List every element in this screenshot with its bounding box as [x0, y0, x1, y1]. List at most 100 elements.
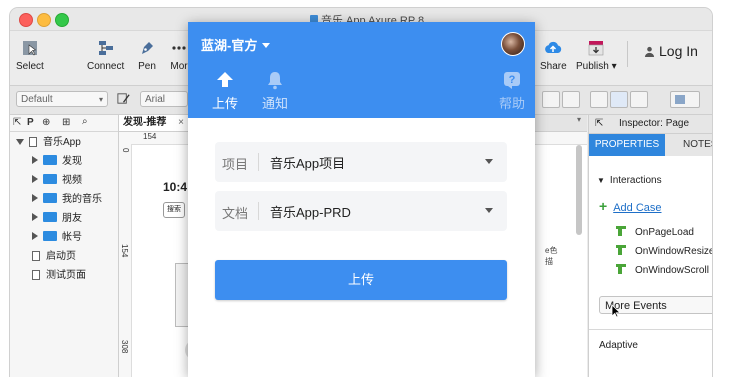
canvas-scrollbar[interactable] [576, 145, 582, 235]
event-item[interactable]: OnPageLoad [616, 226, 694, 238]
collapse-arrow-icon [32, 156, 38, 164]
tree-item-folder[interactable]: 朋友 [32, 210, 82, 228]
connect-tool[interactable]: Connect [87, 39, 124, 72]
zoom-window-button[interactable] [55, 13, 69, 27]
chevron-down-icon [485, 208, 493, 213]
avatar[interactable] [501, 32, 525, 56]
tab-notes[interactable]: NOTES [665, 134, 712, 156]
tab-properties[interactable]: PROPERTIES [589, 134, 665, 156]
tree-item-page[interactable]: 测试页面 [32, 267, 86, 285]
add-folder-icon[interactable]: ⊞ [62, 117, 70, 128]
select-icon [22, 41, 37, 56]
tree-item-root[interactable]: 音乐App [16, 134, 81, 152]
field-divider [258, 153, 259, 171]
interactions-section[interactable]: ▼ Interactions [597, 175, 662, 186]
folder-icon [43, 212, 57, 222]
project-value: 音乐App项目 [270, 156, 346, 171]
close-tab-icon[interactable]: × [178, 115, 184, 131]
cloud-upload-icon [545, 41, 562, 53]
expand-arrow-icon: ▼ [597, 176, 605, 185]
team-selector[interactable]: 蓝湖-官方 [201, 35, 271, 54]
expand-arrow-icon [16, 139, 24, 145]
page-icon [29, 137, 37, 147]
collapse-arrow-icon [32, 232, 38, 240]
search-icon[interactable]: ⌕ [82, 116, 88, 127]
toolbar-divider [627, 41, 628, 67]
style-edit-button[interactable] [116, 91, 134, 108]
tabs-dropdown-icon[interactable]: ▾ [577, 115, 581, 124]
tree-item-folder[interactable]: 帐号 [32, 229, 82, 247]
publish-button[interactable]: Publish ▾ [576, 39, 617, 72]
connect-icon [98, 41, 113, 55]
select-tool[interactable]: Select [16, 39, 44, 72]
more-tool[interactable]: Mor [170, 39, 188, 72]
page-icon [32, 251, 40, 261]
folder-icon [43, 193, 57, 203]
style-select[interactable]: Default ▾ [16, 91, 108, 107]
tree-item-folder[interactable]: 我的音乐 [32, 191, 102, 209]
inspector-tabs: PROPERTIES NOTES [589, 134, 712, 156]
publish-icon [588, 41, 604, 56]
canvas-side-text: e色 描 [545, 246, 558, 266]
nav-help[interactable]: ? 帮助 [499, 70, 525, 112]
section-divider [589, 329, 712, 330]
close-window-button[interactable] [19, 13, 33, 27]
login-button[interactable]: Log In [644, 43, 698, 59]
tab-discover-recommend[interactable]: 发现-推荐 × [119, 115, 189, 131]
pages-panel: ⇱ P ⊕ ⊞ ⌕ 音乐App 发现 视频 我的音乐 朋友 帐号 启动页 测试页… [10, 115, 119, 377]
document-select[interactable]: 文档 音乐App-PRD [215, 191, 507, 231]
folder-icon [43, 155, 57, 165]
tree-item-folder[interactable]: 发现 [32, 153, 82, 171]
collapse-panel-icon[interactable]: ⇱ [13, 117, 21, 128]
collapse-arrow-icon [32, 175, 38, 183]
add-case-link[interactable]: + Add Case [599, 198, 662, 214]
project-select[interactable]: 项目 音乐App项目 [215, 142, 507, 182]
nav-notifications[interactable]: 通知 [262, 70, 288, 112]
align-right-button[interactable] [562, 91, 580, 108]
tree-item-page[interactable]: 启动页 [32, 248, 76, 266]
collapse-arrow-icon [32, 194, 38, 202]
lanhu-upload-popup: 蓝湖-官方 上传 通知 ? 帮助 项目 音乐App项目 文档 音乐App-PRD… [188, 22, 535, 377]
chevron-down-icon [262, 43, 271, 48]
mockup-search: 搜索 [163, 202, 185, 218]
more-icon [172, 46, 186, 50]
tree-item-folder[interactable]: 视频 [32, 172, 82, 190]
user-icon [644, 46, 655, 57]
event-item[interactable]: OnWindowResize [616, 245, 712, 257]
event-icon [616, 226, 626, 236]
adaptive-section[interactable]: Adaptive [599, 340, 638, 351]
document-label: 文档 [222, 206, 249, 221]
add-page-icon[interactable]: ⊕ [42, 117, 50, 128]
chevron-down-icon: ▾ [98, 95, 103, 104]
field-divider [258, 202, 259, 220]
upload-button[interactable]: 上传 [215, 260, 507, 300]
popup-header: 蓝湖-官方 上传 通知 ? 帮助 [188, 22, 535, 118]
folder-icon [43, 174, 57, 184]
align-center-button[interactable] [542, 91, 560, 108]
plus-icon: + [599, 198, 608, 214]
minimize-window-button[interactable] [37, 13, 51, 27]
document-value: 音乐App-PRD [270, 205, 351, 220]
vertical-ruler: 0 154 308 [119, 144, 132, 377]
valign-middle-button[interactable] [610, 91, 628, 108]
valign-top-button[interactable] [590, 91, 608, 108]
mouse-cursor-icon [611, 304, 621, 318]
pages-header: ⇱ P ⊕ ⊞ ⌕ [10, 115, 118, 132]
pen-icon [142, 42, 153, 54]
page-icon [32, 270, 40, 280]
chevron-down-icon [485, 159, 493, 164]
event-icon [616, 264, 626, 274]
valign-bottom-button[interactable] [630, 91, 648, 108]
bell-icon [268, 72, 282, 90]
event-item[interactable]: OnWindowScroll [616, 264, 709, 276]
help-icon: ? [504, 72, 520, 89]
share-button[interactable]: Share [540, 39, 567, 72]
nav-upload[interactable]: 上传 [212, 70, 238, 112]
collapse-inspector-icon[interactable]: ⇱ [595, 115, 603, 133]
font-select[interactable]: Arial [140, 91, 188, 107]
pen-tool[interactable]: Pen [138, 39, 156, 72]
fill-color-button[interactable] [670, 91, 700, 108]
project-label: 项目 [222, 157, 249, 172]
event-icon [616, 245, 626, 255]
upload-arrow-icon [217, 72, 233, 87]
